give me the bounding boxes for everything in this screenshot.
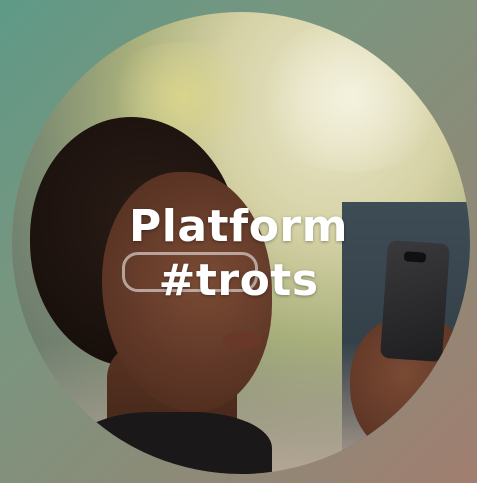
shirt bbox=[72, 412, 272, 474]
headline-line-1: Platform bbox=[129, 201, 348, 252]
background-light bbox=[252, 22, 452, 172]
headline-line-2: #trots bbox=[158, 255, 319, 306]
headline-overlay: Platform #trots bbox=[0, 200, 477, 308]
lips bbox=[222, 332, 262, 348]
